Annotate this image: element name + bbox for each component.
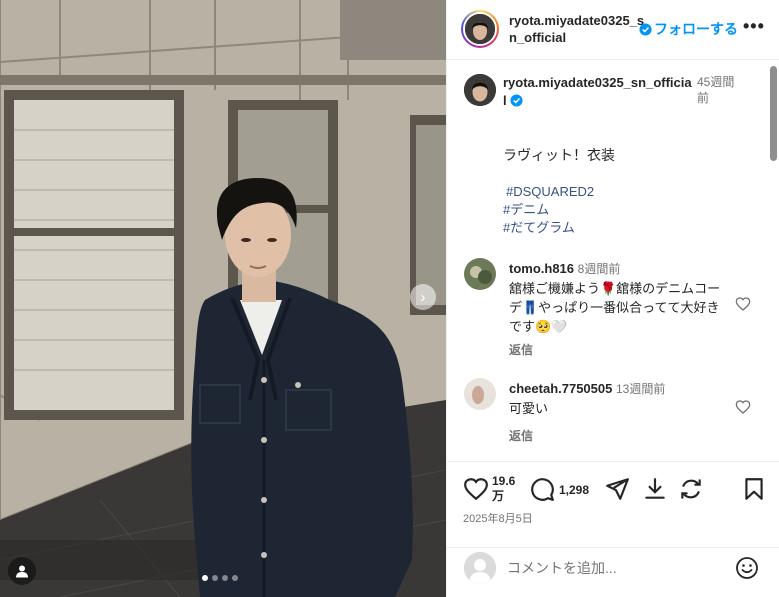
share-paper-plane-icon[interactable] [604,476,630,502]
verified-badge-icon [510,94,523,107]
carousel-dot [202,575,208,581]
hashtag-link[interactable]: #だてグラム [503,219,594,237]
repost-icon[interactable] [678,476,704,502]
next-slide-button[interactable]: › [410,284,436,310]
commenter-username[interactable]: cheetah.7750505 [509,381,612,396]
follow-button[interactable]: フォローする [639,19,738,39]
comments-count[interactable]: 1,298 [559,483,589,497]
comment-composer [447,547,779,597]
caption-header: ryota.miyadate0325_sn_official [503,74,693,110]
comments-scroll-area[interactable]: ryota.miyadate0325_sn_official 45週間前 ラヴィ… [447,61,779,461]
hashtag-link[interactable]: #DSQUARED2 [506,183,594,201]
carousel-dot [212,575,218,581]
caption-username[interactable]: ryota.miyadate0325_sn_official [503,75,692,108]
like-comment-heart-icon[interactable] [735,296,751,312]
user-icon [16,565,28,578]
comment-text-block: cheetah.7750505 13週間前 可愛い [509,379,724,418]
post-date[interactable]: 2025年8月5日 [463,510,533,526]
like-comment-heart-icon[interactable] [735,399,751,415]
comments-scrollbar[interactable] [770,66,777,161]
more-icon: ••• [743,16,765,36]
verified-badge-icon [639,22,652,36]
commenter-avatar[interactable] [464,378,496,410]
commenter-avatar[interactable] [464,258,496,290]
author-username[interactable]: ryota.miyadate0325_sn_official [509,12,649,46]
carousel-dot [222,575,228,581]
emoji-icon[interactable] [735,556,759,580]
follow-label[interactable]: フォローする [654,19,738,39]
current-user-avatar [464,552,496,584]
carousel-dot [232,575,238,581]
comment-body: 可愛い [509,401,549,416]
tagged-users-button[interactable] [8,557,36,585]
download-icon[interactable] [642,476,668,502]
reply-button[interactable]: 返信 [509,341,533,358]
bookmark-icon[interactable] [741,476,767,502]
post-panel: ryota.miyadate0325_sn_official フォローする ••… [446,0,779,597]
caption-timestamp[interactable]: 45週間前 [697,74,737,106]
post-image [0,0,446,597]
more-options-button[interactable]: ••• [743,16,765,37]
chevron-right-icon: › [420,288,426,306]
comment-body: 舘様ご機嫌よう🌹舘様のデニムコーデ👖やっぱり一番似合ってて大好きです🥺🤍 [509,281,721,334]
caption-hashtags: #DSQUARED2 #デニム #だてグラム [503,183,594,237]
carousel-indicator [202,575,238,581]
reply-button[interactable]: 返信 [509,427,533,444]
author-avatar[interactable] [461,10,499,48]
commenter-username[interactable]: tomo.h816 [509,261,574,276]
comment-timestamp[interactable]: 13週間前 [616,382,665,396]
caption-text: ラヴィット！衣装 [503,147,615,163]
action-bar: 19.6万 1,298 2025年8月5日 [447,461,779,547]
comment-input[interactable] [507,558,727,578]
comment-timestamp[interactable]: 8週間前 [578,262,621,276]
caption-author-avatar[interactable] [464,74,496,106]
post-header: ryota.miyadate0325_sn_official フォローする ••… [447,0,779,60]
post-photo[interactable]: › [0,0,446,597]
comment-icon[interactable] [529,476,555,502]
comment-text-block: tomo.h816 8週間前 舘様ご機嫌よう🌹舘様のデニムコーデ👖やっぱり一番似… [509,259,724,336]
likes-count[interactable]: 19.6万 [492,474,522,504]
hashtag-link[interactable]: #デニム [503,201,594,219]
like-heart-icon[interactable] [463,476,489,502]
